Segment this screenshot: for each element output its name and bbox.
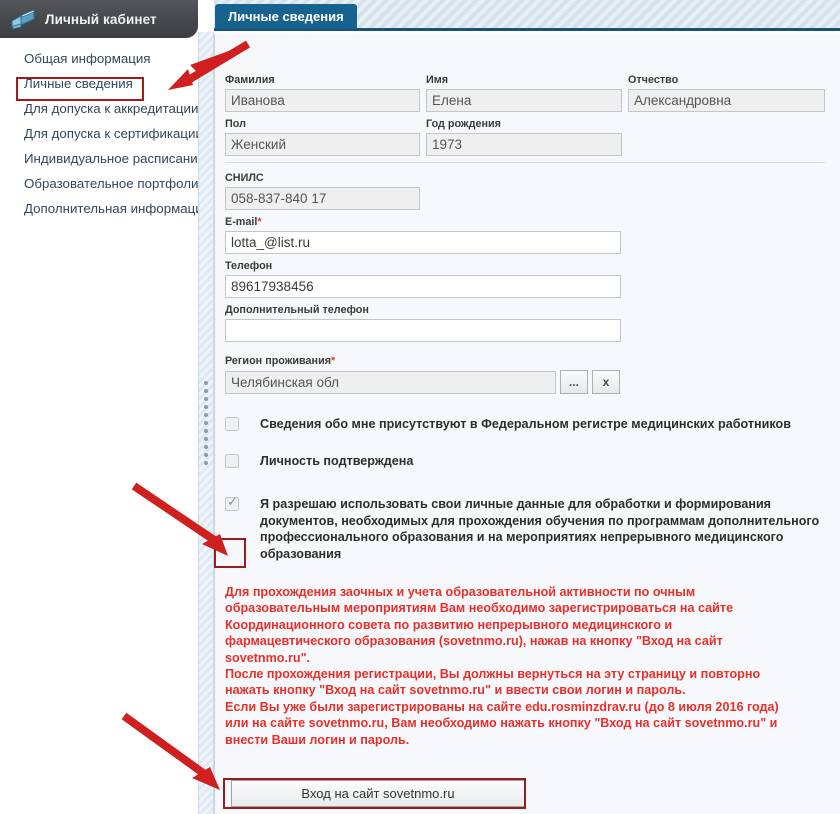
field-snils: СНИЛС — [225, 172, 831, 210]
federal-registry-checkbox-row: Сведения обо мне присутствуют в Федераль… — [225, 416, 831, 433]
field-email: E-mail* — [225, 216, 831, 254]
gender-input[interactable] — [225, 133, 420, 156]
tab-personal-info[interactable]: Личные сведения — [215, 4, 357, 29]
gender-birth-row: Пол Год рождения — [225, 118, 831, 156]
sidebar-item-personal-info[interactable]: Личные сведения — [0, 71, 198, 96]
first-name-input[interactable] — [426, 89, 622, 112]
last-name-label: Фамилия — [225, 74, 275, 86]
phone-input[interactable] — [225, 275, 621, 298]
identity-confirmed-checkbox-row: Личность подтверждена — [225, 453, 831, 470]
book-icon — [10, 8, 36, 30]
field-gender: Пол — [225, 118, 420, 156]
content-pane: Фамилия Имя Отчество Пол — [214, 34, 840, 814]
email-label-text: E-mail — [225, 216, 258, 228]
sidebar-item-portfolio[interactable]: Образовательное портфолио — [0, 171, 206, 196]
region-picker-button[interactable]: ... — [560, 370, 588, 394]
region-label: Регион проживания* — [225, 355, 831, 367]
email-required-mark: * — [257, 216, 262, 228]
field-first-name: Имя — [426, 74, 622, 112]
sidebar-item-additional-info[interactable]: Дополнительная информация — [0, 196, 210, 221]
federal-registry-checkbox-label: Сведения обо мне присутствуют в Федераль… — [260, 417, 791, 431]
snils-label: СНИЛС — [225, 172, 264, 184]
sidebar-menu: Общая информация Личные сведения Для доп… — [0, 46, 210, 221]
region-input[interactable] — [225, 371, 556, 394]
sidebar-item-certification[interactable]: Для допуска к сертификации — [0, 121, 203, 146]
names-row: Фамилия Имя Отчество — [225, 74, 831, 112]
sidebar-title: Личный кабинет — [45, 11, 157, 27]
region-clear-button[interactable]: x — [592, 370, 620, 394]
splitter-grip-icon — [204, 381, 208, 465]
phone-label: Телефон — [225, 260, 273, 272]
registration-notice: Для прохождения заочных и учета образова… — [225, 584, 785, 748]
sidebar: Личный кабинет Общая информация Личные с… — [0, 0, 210, 814]
last-name-input[interactable] — [225, 89, 420, 112]
identity-confirmed-checkbox[interactable] — [225, 453, 239, 468]
consent-checkbox-label: Я разрешаю использовать свои личные данн… — [260, 497, 820, 561]
field-last-name: Фамилия — [225, 74, 420, 112]
first-name-label: Имя — [426, 74, 449, 86]
field-extra-phone: Дополнительный телефон — [225, 304, 831, 342]
patronymic-input[interactable] — [628, 89, 825, 112]
extra-phone-input[interactable] — [225, 319, 621, 342]
notice-paragraph-1: Для прохождения заочных и учета образова… — [225, 585, 734, 665]
login-button[interactable]: Вход на сайт sovetnmo.ru — [231, 780, 525, 807]
region-label-text: Регион проживания — [225, 355, 332, 367]
consent-checkbox-row: Я разрешаю использовать свои личные данн… — [225, 495, 831, 562]
birth-year-input[interactable] — [426, 133, 622, 156]
notice-paragraph-2: После прохождения регистрации, Вы должны… — [225, 667, 761, 698]
identity-confirmed-checkbox-label: Личность подтверждена — [260, 453, 414, 468]
notice-paragraph-3: Если Вы уже были зарегистрированы на сай… — [225, 699, 779, 747]
birth-year-label: Год рождения — [426, 118, 501, 130]
federal-registry-checkbox[interactable] — [225, 417, 239, 431]
region-required-mark: * — [331, 355, 336, 367]
field-birth-year: Год рождения — [426, 118, 622, 156]
sidebar-item-individual-schedule[interactable]: Индивидуальное расписание — [0, 146, 205, 171]
field-region: Регион проживания* ... x — [225, 355, 831, 394]
panel-splitter[interactable] — [198, 32, 214, 814]
snils-input[interactable] — [225, 187, 420, 210]
email-input[interactable] — [225, 231, 621, 254]
sidebar-item-accreditation[interactable]: Для допуска к аккредитации — [0, 96, 198, 121]
app-window: Личный кабинет Общая информация Личные с… — [0, 0, 840, 814]
region-input-group: ... x — [225, 370, 831, 394]
sidebar-header: Личный кабинет — [0, 0, 198, 38]
gender-label: Пол — [225, 118, 246, 130]
form-divider — [225, 162, 825, 163]
extra-phone-label: Дополнительный телефон — [225, 304, 369, 316]
consent-checkbox[interactable] — [225, 495, 239, 511]
patronymic-label: Отчество — [628, 74, 679, 86]
field-patronymic: Отчество — [628, 74, 825, 112]
field-phone: Телефон — [225, 260, 831, 298]
email-label: E-mail* — [225, 216, 831, 228]
personal-info-form: Фамилия Имя Отчество Пол — [225, 74, 831, 748]
sidebar-item-general-info[interactable]: Общая информация — [0, 46, 198, 71]
